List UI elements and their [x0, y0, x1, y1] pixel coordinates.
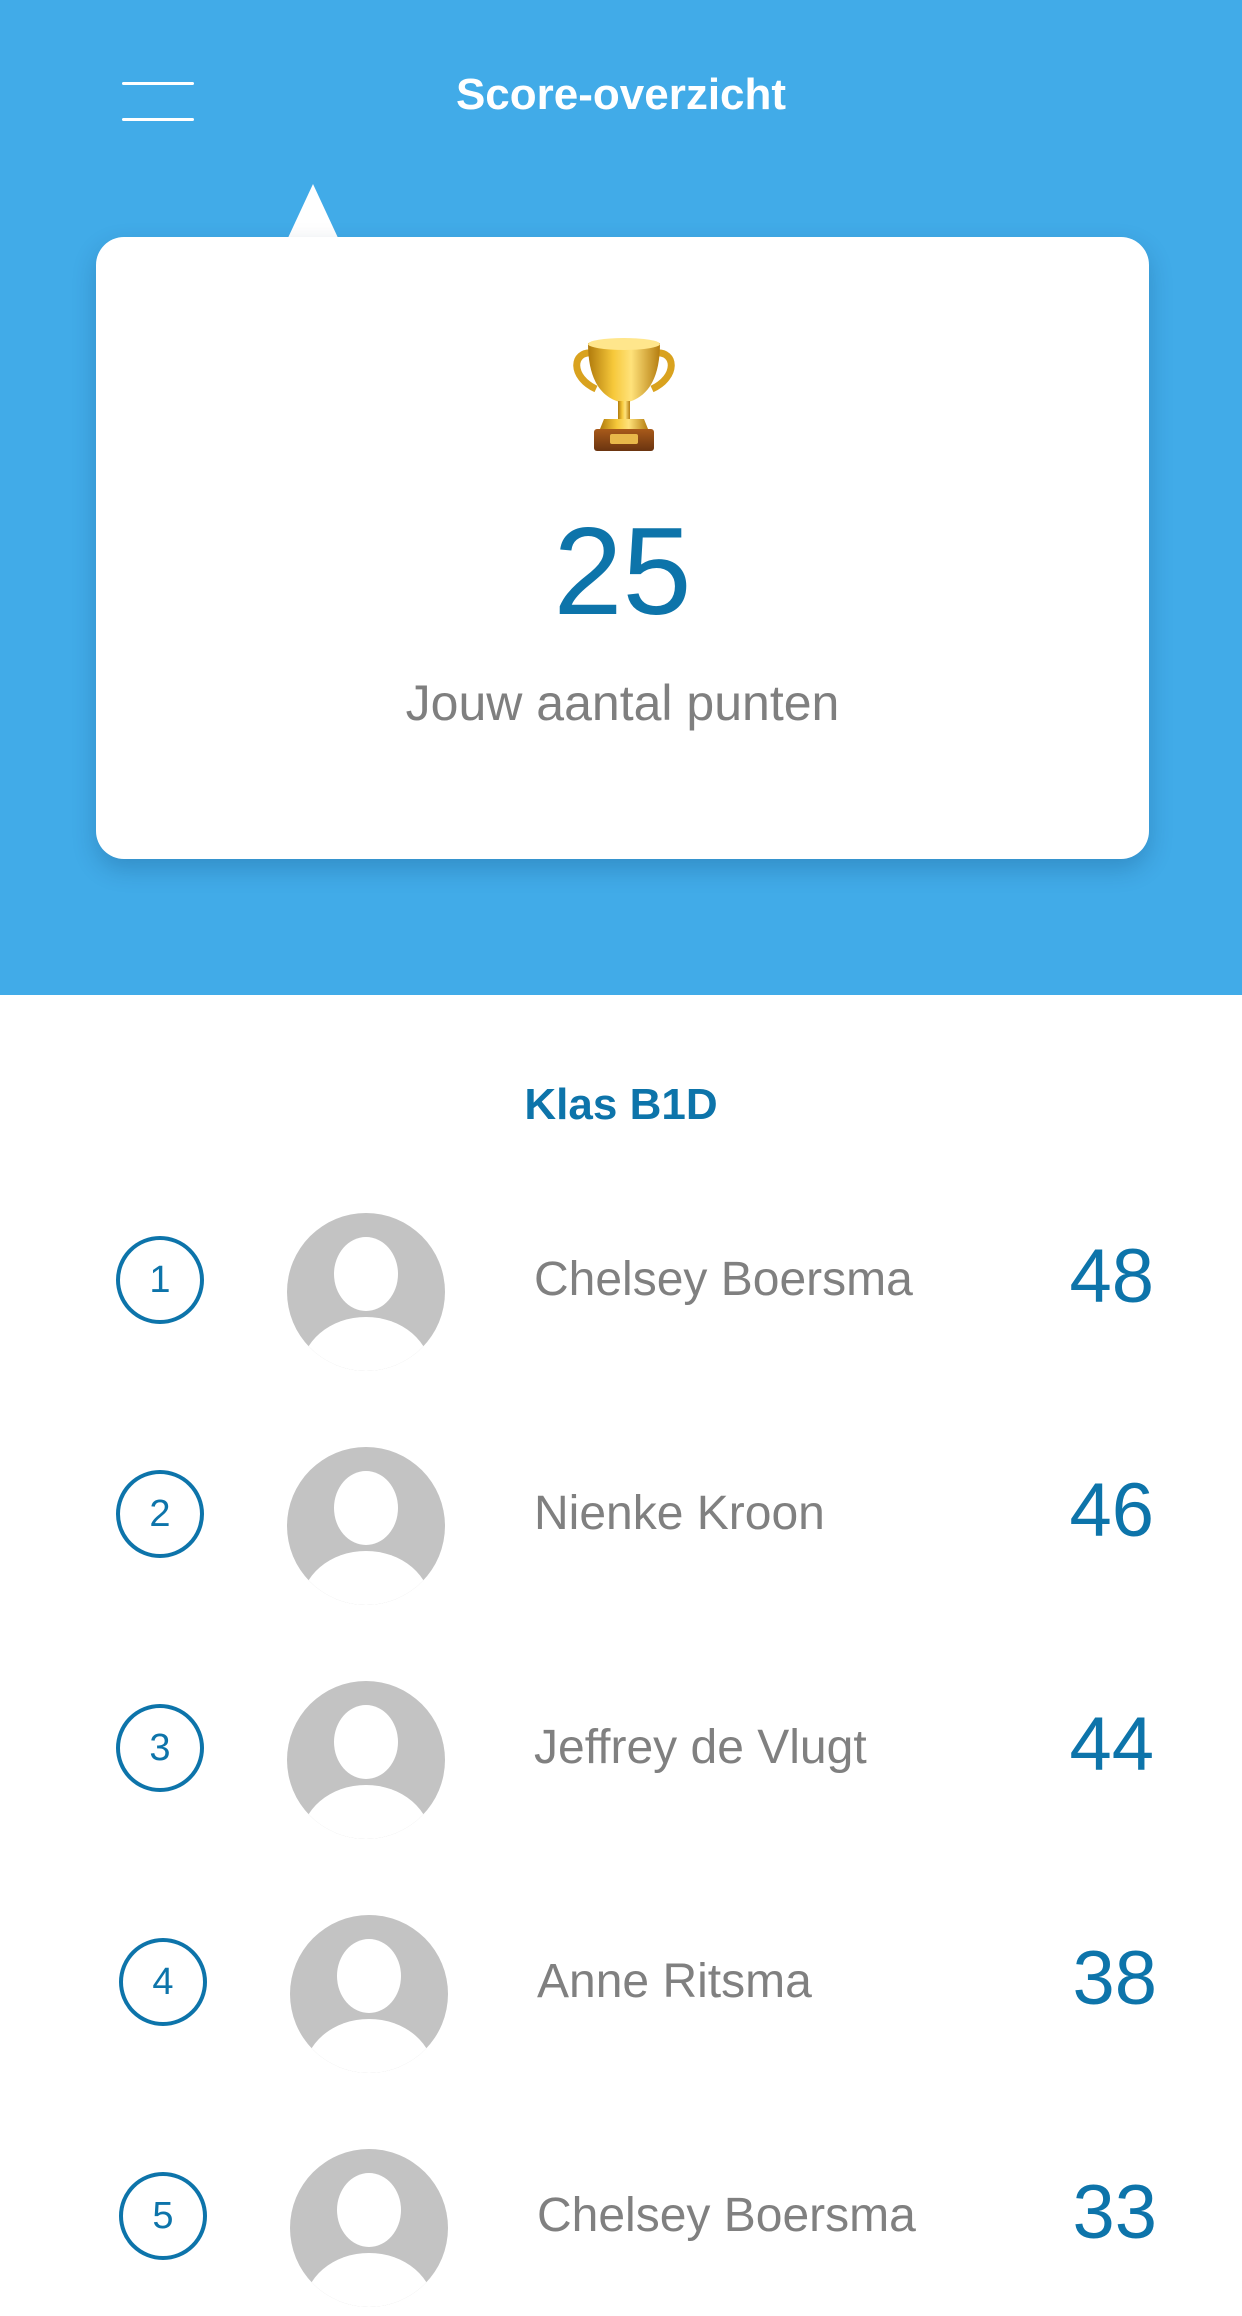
player-name: Chelsey Boersma — [537, 2189, 916, 2242]
page-title: Score-overzicht — [455, 70, 787, 119]
trophy-icon — [573, 338, 675, 451]
rank-badge: 4 — [119, 1938, 207, 2026]
rank-badge: 5 — [119, 2172, 207, 2260]
score-card: 25 Jouw aantal punten — [96, 237, 1149, 859]
leaderboard-row[interactable]: 5 Chelsey Boersma 33 — [0, 2116, 1242, 2316]
avatar-head — [334, 1705, 398, 1779]
player-name: Chelsey Boersma — [534, 1253, 913, 1306]
player-score: 33 — [1072, 2170, 1157, 2255]
leaderboard-row[interactable]: 4 Anne Ritsma 38 — [0, 1882, 1242, 2082]
avatar-shoulders — [301, 1785, 431, 1839]
avatar — [290, 1915, 448, 2073]
avatar-head — [337, 2173, 401, 2247]
avatar — [290, 2149, 448, 2307]
card-pointer — [287, 184, 339, 240]
rank-badge: 1 — [116, 1236, 204, 1324]
avatar-head — [334, 1471, 398, 1545]
rank-badge: 3 — [116, 1704, 204, 1792]
avatar-head — [337, 1939, 401, 2013]
class-title: Klas B1D — [524, 1080, 718, 1129]
avatar — [287, 1213, 445, 1371]
player-score: 46 — [1069, 1468, 1154, 1553]
leaderboard-row[interactable]: 2 Nienke Kroon 46 — [0, 1414, 1242, 1614]
player-name: Nienke Kroon — [534, 1487, 825, 1540]
leaderboard-row[interactable]: 1 Chelsey Boersma 48 — [0, 1180, 1242, 1380]
avatar-head — [334, 1237, 398, 1311]
player-name: Jeffrey de Vlugt — [534, 1721, 867, 1774]
rank-badge: 2 — [116, 1470, 204, 1558]
avatar-shoulders — [301, 1317, 431, 1371]
player-score: 48 — [1069, 1234, 1154, 1319]
player-score: 44 — [1069, 1702, 1154, 1787]
player-name: Anne Ritsma — [537, 1955, 812, 2008]
score-value: 25 — [553, 503, 692, 641]
player-score: 38 — [1072, 1936, 1157, 2021]
score-label: Jouw aantal punten — [405, 675, 840, 731]
avatar-shoulders — [304, 2253, 434, 2307]
avatar-shoulders — [304, 2019, 434, 2073]
leaderboard-row[interactable]: 3 Jeffrey de Vlugt 44 — [0, 1648, 1242, 1848]
avatar-shoulders — [301, 1551, 431, 1605]
avatar — [287, 1447, 445, 1605]
avatar — [287, 1681, 445, 1839]
